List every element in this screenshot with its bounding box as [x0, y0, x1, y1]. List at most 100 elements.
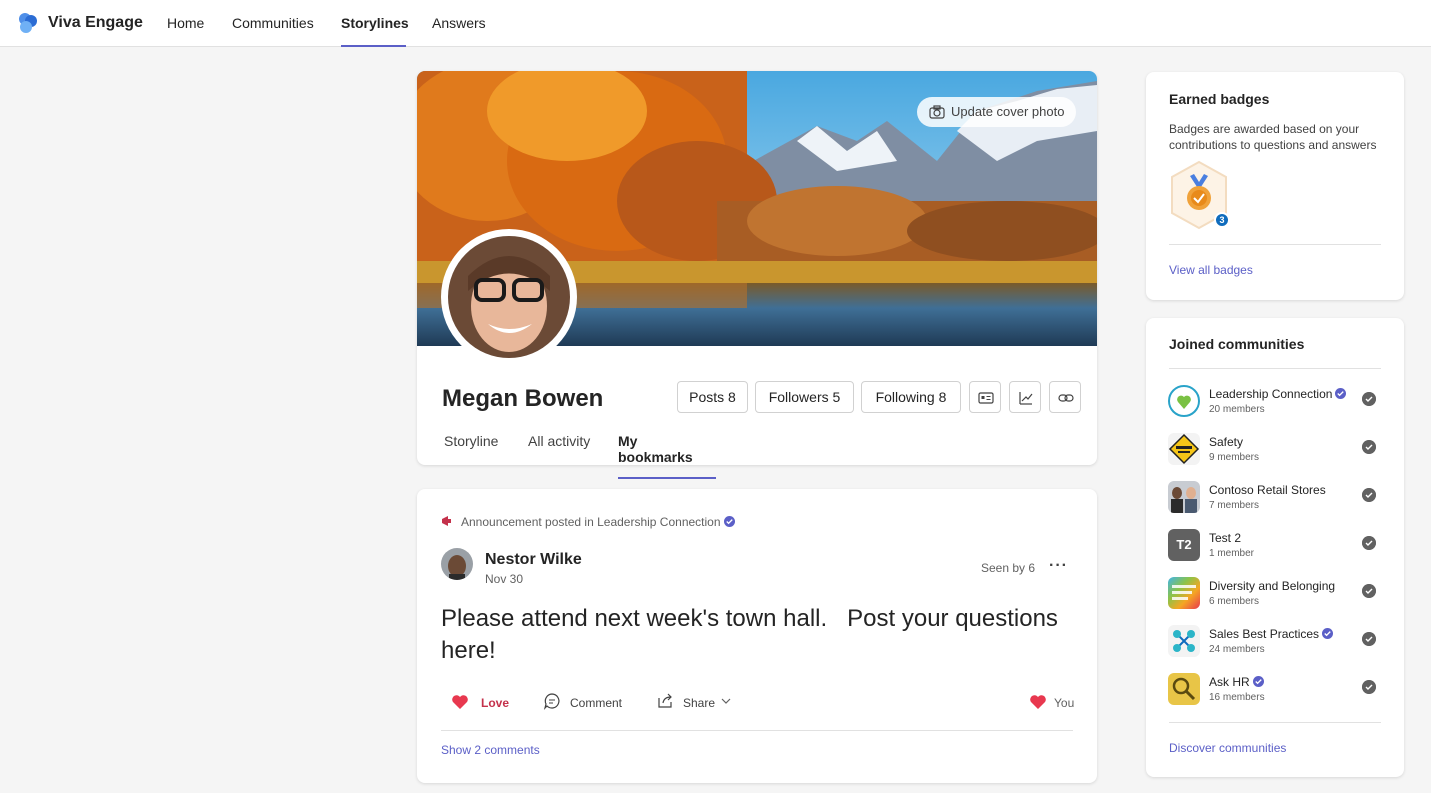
divider: [1169, 244, 1381, 245]
tab-my-bookmarks[interactable]: My bookmarks: [618, 433, 716, 479]
reactions-summary[interactable]: You: [1029, 693, 1079, 713]
reacted-by: You: [1054, 696, 1075, 710]
post-body: Please attend next week's town hall. Pos…: [441, 605, 1065, 664]
community-item-leadership-connection[interactable]: Leadership Connection 20 members: [1168, 385, 1380, 421]
joined-check-icon: [1362, 632, 1376, 646]
share-button[interactable]: Share: [657, 692, 737, 712]
camera-icon: [929, 105, 945, 119]
update-cover-photo-button[interactable]: Update cover photo: [917, 97, 1077, 127]
community-members: 9 members: [1209, 452, 1260, 463]
joined-check-icon: [1362, 440, 1376, 454]
share-icon: [658, 693, 672, 708]
community-members: 20 members: [1209, 404, 1265, 415]
posts-button[interactable]: Posts 8: [677, 381, 748, 413]
app-title[interactable]: Viva Engage: [48, 14, 143, 32]
community-item-sales-best-practices[interactable]: Sales Best Practices 24 members: [1168, 625, 1380, 661]
safety-sign-icon: [1168, 433, 1200, 465]
contact-card-button[interactable]: [969, 381, 1001, 413]
community-name: Contoso Retail Stores: [1209, 483, 1326, 497]
nav-storylines[interactable]: Storylines: [341, 0, 409, 47]
joined-check-icon: [1362, 680, 1376, 694]
community-members: 1 member: [1209, 548, 1255, 559]
diversity-icon: [1168, 577, 1200, 609]
nav-answers[interactable]: Answers: [432, 0, 486, 47]
announcement-source[interactable]: Announcement posted in Leadership Connec…: [461, 515, 735, 529]
community-item-ask-hr[interactable]: Ask HR 16 members: [1168, 673, 1380, 709]
following-button[interactable]: Following 8: [861, 381, 961, 413]
community-name: Diversity and Belonging: [1209, 579, 1336, 593]
comment-button[interactable]: Comment: [543, 692, 623, 712]
badges-description: Badges are awarded based on your contrib…: [1169, 122, 1377, 152]
community-name: Sales Best Practices: [1209, 627, 1320, 641]
joined-check-icon: [1362, 536, 1376, 550]
community-members: 16 members: [1209, 692, 1265, 703]
more-options-icon[interactable]: ···: [1049, 557, 1068, 575]
discover-communities-link[interactable]: Discover communities: [1169, 741, 1286, 755]
seen-by-count[interactable]: Seen by 6: [981, 561, 1035, 575]
verified-icon: [1335, 388, 1347, 399]
post-card: Announcement posted in Leadership Connec…: [417, 489, 1097, 783]
show-comments-link[interactable]: Show 2 comments: [441, 743, 540, 757]
post-date[interactable]: Nov 30: [485, 572, 523, 586]
analytics-icon: [1019, 392, 1033, 405]
leadership-connection-icon: [1168, 385, 1200, 417]
chevron-down-icon: [721, 698, 731, 704]
verified-icon: [723, 516, 735, 527]
verified-icon: [1252, 676, 1264, 687]
community-members: 7 members: [1209, 500, 1260, 511]
nav-communities[interactable]: Communities: [232, 0, 314, 47]
nav-home[interactable]: Home: [167, 0, 204, 47]
comment-label: Comment: [570, 696, 623, 710]
badges-title: Earned badges: [1169, 91, 1270, 107]
joined-check-icon: [1362, 392, 1376, 406]
profile-card: Update cover photo Megan Bowen Posts 8 F…: [417, 71, 1097, 479]
heart-icon: [452, 695, 468, 709]
copy-link-button[interactable]: [1049, 381, 1081, 413]
profile-avatar[interactable]: [441, 229, 577, 365]
joined-communities-card: Joined communities Leadership Connection…: [1146, 318, 1404, 777]
heart-reaction-icon: [1030, 695, 1046, 709]
author-avatar[interactable]: [441, 548, 473, 580]
verified-icon: [1322, 628, 1334, 639]
analytics-button[interactable]: [1009, 381, 1041, 413]
comment-icon: [543, 693, 560, 710]
test-2-initials-icon: T2: [1168, 529, 1200, 561]
community-item-contoso-retail-stores[interactable]: Contoso Retail Stores 7 members: [1168, 481, 1380, 517]
badge-count: 3: [1214, 212, 1230, 228]
community-name: Safety: [1209, 435, 1244, 449]
communities-title: Joined communities: [1169, 336, 1305, 352]
community-name: Leadership Connection: [1209, 387, 1333, 401]
viva-engage-logo-icon: [19, 13, 37, 33]
community-item-diversity-and-belonging[interactable]: Diversity and Belonging 6 members: [1168, 577, 1380, 613]
sales-network-icon: [1168, 625, 1200, 657]
community-name: Test 2: [1209, 531, 1242, 545]
update-cover-label: Update cover photo: [951, 104, 1065, 119]
community-item-safety[interactable]: Safety 9 members: [1168, 433, 1380, 469]
link-icon: [1058, 394, 1074, 402]
joined-check-icon: [1362, 584, 1376, 598]
contoso-retail-icon: [1168, 481, 1200, 513]
profile-name: Megan Bowen: [442, 385, 604, 412]
top-navigation-bar: Viva Engage Home Communities Storylines …: [0, 0, 1431, 47]
community-members: 24 members: [1209, 644, 1265, 655]
megaphone-icon: [442, 516, 451, 526]
joined-check-icon: [1362, 488, 1376, 502]
earned-badges-card: Earned badges Badges are awarded based o…: [1146, 72, 1404, 300]
community-members: 6 members: [1209, 596, 1260, 607]
community-name: Ask HR: [1209, 675, 1250, 689]
view-all-badges-link[interactable]: View all badges: [1169, 263, 1253, 277]
community-item-test-2[interactable]: T2 Test 2 1 member: [1168, 529, 1380, 565]
divider: [441, 730, 1073, 731]
divider: [1169, 722, 1381, 723]
magnifier-icon: [1168, 673, 1200, 705]
tab-storyline[interactable]: Storyline: [444, 433, 498, 449]
badge[interactable]: 3: [1168, 160, 1230, 230]
tab-all-activity[interactable]: All activity: [528, 433, 590, 449]
followers-button[interactable]: Followers 5: [755, 381, 854, 413]
share-label: Share: [683, 696, 716, 710]
announcement-text: Announcement posted in Leadership Connec…: [461, 515, 721, 529]
contact-card-icon: [978, 392, 994, 404]
divider: [1169, 368, 1381, 369]
profile-photo: [448, 236, 570, 358]
post-author[interactable]: Nestor Wilke: [485, 551, 582, 569]
